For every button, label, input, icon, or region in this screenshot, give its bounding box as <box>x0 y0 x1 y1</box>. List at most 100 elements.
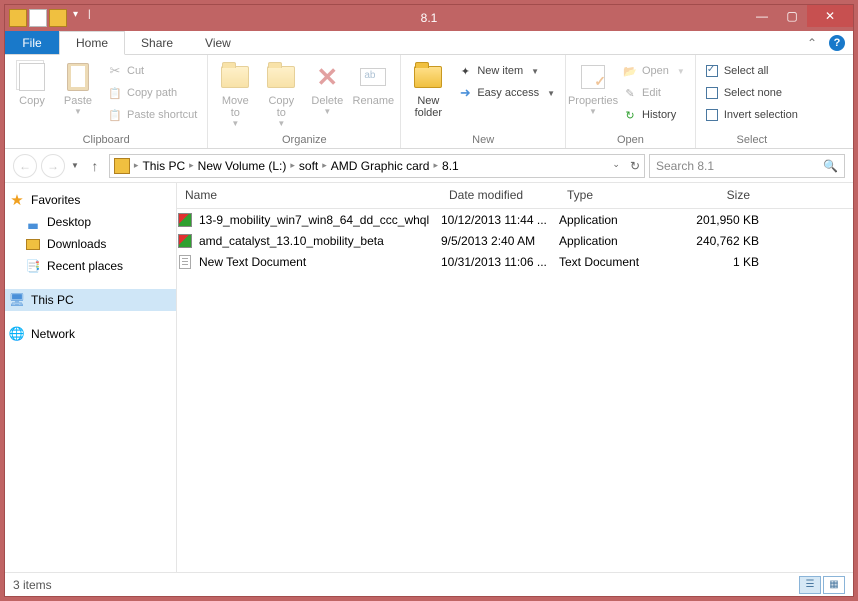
ribbon-group-select: Select all Select none Invert selection … <box>696 55 808 148</box>
qat-folder-icon[interactable] <box>9 9 27 27</box>
home-tab[interactable]: Home <box>59 31 125 55</box>
folder-icon <box>114 158 130 174</box>
view-buttons: ☰ ▦ <box>799 576 845 594</box>
nav-network[interactable]: 🌐Network <box>5 323 176 345</box>
col-type[interactable]: Type <box>559 183 673 208</box>
content-pane: Name Date modified Type Size 13-9_mobili… <box>177 183 853 572</box>
col-name[interactable]: Name <box>177 183 441 208</box>
file-row[interactable]: 13-9_mobility_win7_win8_64_dd_ccc_whql10… <box>177 209 853 230</box>
qat-dropdown-icon[interactable]: ▾ <box>69 9 82 27</box>
recent-locations-icon[interactable]: ▼ <box>69 161 81 170</box>
file-type: Application <box>559 234 673 248</box>
up-button[interactable]: ↑ <box>85 156 105 176</box>
copy-to-button[interactable]: Copy to ▼ <box>260 59 302 128</box>
minimize-button[interactable]: — <box>747 5 777 27</box>
desktop-icon: ▃ <box>25 214 41 230</box>
chevron-down-icon: ▼ <box>323 107 331 116</box>
ribbon-group-clipboard: Copy Paste ▼ ✂Cut 📋Copy path 📋Paste shor… <box>5 55 208 148</box>
history-button[interactable]: ↻History <box>618 105 689 125</box>
file-type: Application <box>559 213 673 227</box>
details-view-button[interactable]: ☰ <box>799 576 821 594</box>
breadcrumb-item[interactable]: This PC <box>138 159 189 173</box>
paste-shortcut-icon: 📋 <box>107 107 123 123</box>
select-none-icon <box>706 87 718 99</box>
nav-desktop[interactable]: ▃Desktop <box>5 211 176 233</box>
file-name: 13-9_mobility_win7_win8_64_dd_ccc_whql <box>199 213 429 227</box>
view-tab[interactable]: View <box>189 31 247 54</box>
nav-favorites[interactable]: ★Favorites <box>5 189 176 211</box>
maximize-button[interactable]: ▢ <box>777 5 807 27</box>
nav-this-pc[interactable]: 🖥This PC <box>5 289 176 311</box>
status-bar: 3 items ☰ ▦ <box>5 572 853 596</box>
edit-icon: ✎ <box>622 85 638 101</box>
breadcrumb-item[interactable]: New Volume (L:) <box>194 159 291 173</box>
large-icons-view-button[interactable]: ▦ <box>823 576 845 594</box>
recent-icon: 📑 <box>25 258 41 274</box>
cut-button[interactable]: ✂Cut <box>103 61 201 81</box>
breadcrumb-item[interactable]: AMD Graphic card <box>327 159 434 173</box>
minimize-ribbon-icon[interactable]: ⌃ <box>807 36 817 50</box>
paste-button[interactable]: Paste ▼ <box>57 59 99 116</box>
select-all-button[interactable]: Select all <box>702 61 802 81</box>
text-file-icon <box>179 255 191 269</box>
downloads-icon <box>25 236 41 252</box>
star-icon: ★ <box>9 192 25 208</box>
share-tab[interactable]: Share <box>125 31 189 54</box>
delete-button[interactable]: ✕ Delete ▼ <box>306 59 348 116</box>
title-bar: ▾ | 8.1 — ▢ ✕ <box>5 5 853 31</box>
close-button[interactable]: ✕ <box>807 5 853 27</box>
refresh-icon[interactable]: ↻ <box>630 159 640 173</box>
file-row[interactable]: amd_catalyst_13.10_mobility_beta9/5/2013… <box>177 230 853 251</box>
invert-selection-icon <box>706 109 718 121</box>
back-button[interactable]: ← <box>13 154 37 178</box>
copy-to-icon <box>267 66 295 88</box>
ribbon-group-new: New folder ✦New item▼ ➜Easy access▼ New <box>401 55 566 148</box>
delete-icon: ✕ <box>311 61 343 93</box>
copy-path-button[interactable]: 📋Copy path <box>103 83 201 103</box>
navigation-pane: ★Favorites ▃Desktop Downloads 📑Recent pl… <box>5 183 177 572</box>
new-folder-button[interactable]: New folder <box>407 59 449 119</box>
breadcrumb-bar[interactable]: ▸ This PC ▸ New Volume (L:) ▸ soft ▸ AMD… <box>109 154 645 178</box>
window-title: 8.1 <box>421 11 438 25</box>
copy-button[interactable]: Copy <box>11 59 53 107</box>
breadcrumb-item[interactable]: soft <box>295 159 322 173</box>
ribbon-group-organize: Move to ▼ Copy to ▼ ✕ Delete ▼ Rename <box>208 55 401 148</box>
folder-icon <box>414 66 442 88</box>
chevron-down-icon: ▼ <box>547 89 555 98</box>
file-tab[interactable]: File <box>5 31 59 54</box>
invert-selection-button[interactable]: Invert selection <box>702 105 802 125</box>
address-dropdown-icon[interactable]: ⌄ <box>612 159 620 173</box>
open-button[interactable]: 📂Open▼ <box>618 61 689 81</box>
edit-button[interactable]: ✎Edit <box>618 83 689 103</box>
nav-recent[interactable]: 📑Recent places <box>5 255 176 277</box>
scissors-icon: ✂ <box>107 63 123 79</box>
paste-shortcut-button[interactable]: 📋Paste shortcut <box>103 105 201 125</box>
open-icon: 📂 <box>622 63 638 79</box>
rename-button[interactable]: Rename <box>352 59 394 107</box>
qat-properties-icon[interactable] <box>29 9 47 27</box>
ribbon-group-open: Properties ▼ 📂Open▼ ✎Edit ↻History Open <box>566 55 696 148</box>
copy-icon <box>19 63 45 91</box>
select-none-button[interactable]: Select none <box>702 83 802 103</box>
chevron-down-icon: ▼ <box>589 107 597 116</box>
file-type: Text Document <box>559 255 673 269</box>
properties-button[interactable]: Properties ▼ <box>572 59 614 116</box>
new-item-button[interactable]: ✦New item▼ <box>453 61 559 81</box>
paste-icon <box>67 63 89 91</box>
breadcrumb-item[interactable]: 8.1 <box>438 159 463 173</box>
search-input[interactable]: Search 8.1 🔍 <box>649 154 845 178</box>
file-row[interactable]: New Text Document10/31/2013 11:06 ...Tex… <box>177 251 853 272</box>
qat-newfolder-icon[interactable] <box>49 9 67 27</box>
col-date[interactable]: Date modified <box>441 183 559 208</box>
forward-button[interactable]: → <box>41 154 65 178</box>
move-to-button[interactable]: Move to ▼ <box>214 59 256 128</box>
chevron-down-icon: ▼ <box>277 119 285 128</box>
easy-access-button[interactable]: ➜Easy access▼ <box>453 83 559 103</box>
help-icon[interactable]: ? <box>829 35 845 51</box>
ribbon-right: ⌃ ? <box>807 35 845 51</box>
select-all-icon <box>706 65 718 77</box>
col-size[interactable]: Size <box>673 183 759 208</box>
nav-downloads[interactable]: Downloads <box>5 233 176 255</box>
file-name: New Text Document <box>199 255 306 269</box>
easy-access-icon: ➜ <box>457 85 473 101</box>
